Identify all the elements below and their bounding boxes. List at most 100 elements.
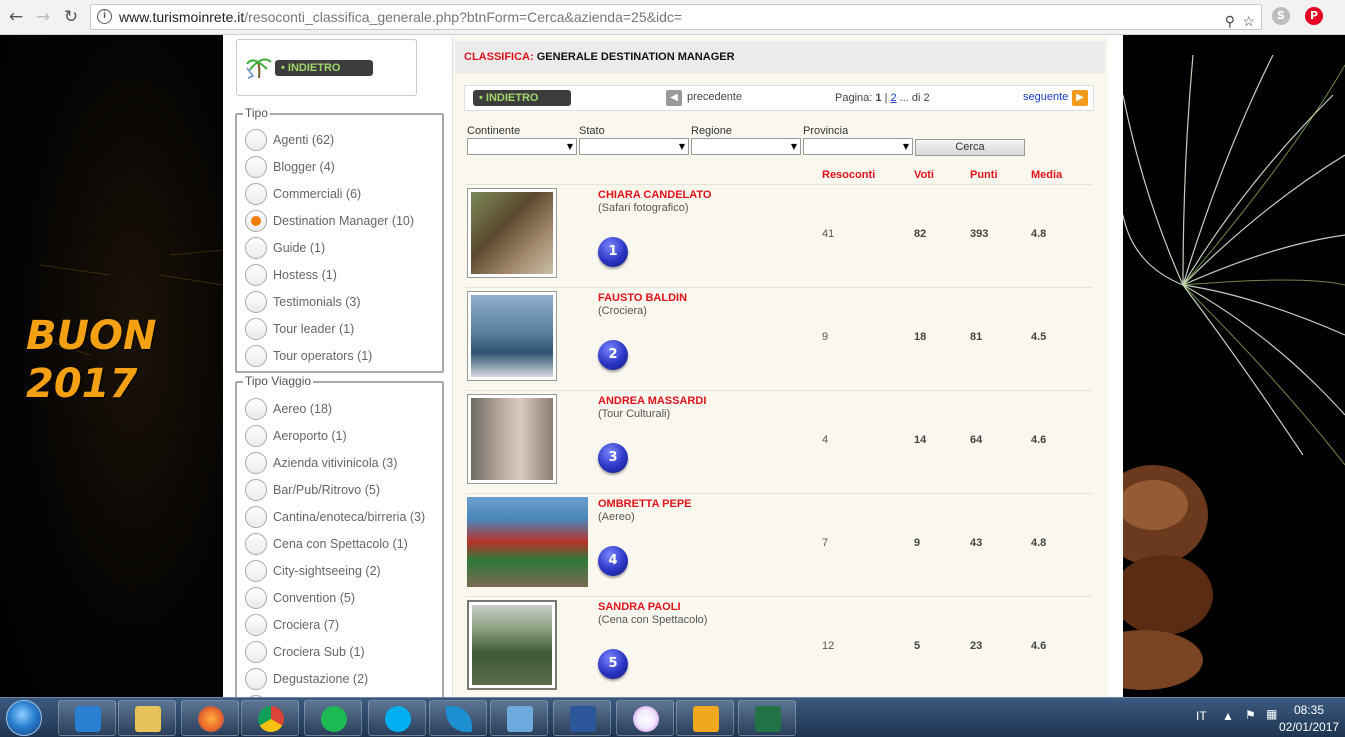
- radio-icon[interactable]: [245, 641, 267, 663]
- next-link[interactable]: seguente: [1023, 91, 1068, 103]
- person-name[interactable]: SANDRA PAOLI: [598, 601, 681, 613]
- tipo-viaggio-option[interactable]: Cena con Spettacolo (1): [245, 533, 440, 555]
- radio-icon[interactable]: [245, 452, 267, 474]
- bookmark-star-icon[interactable]: ☆: [1242, 9, 1255, 29]
- prev-link[interactable]: precedente: [687, 91, 742, 103]
- radio-icon[interactable]: [245, 425, 267, 447]
- clock-date[interactable]: 02/01/2017: [1279, 720, 1339, 734]
- photo-viewer-icon[interactable]: [490, 700, 548, 736]
- start-button-icon[interactable]: [6, 700, 42, 736]
- back-arrow-icon[interactable]: ←: [5, 6, 27, 28]
- tipo-viaggio-option[interactable]: Crociera (7): [245, 614, 440, 636]
- profile-photo[interactable]: [467, 291, 557, 381]
- tipo-viaggio-option[interactable]: Aereo (18): [245, 398, 440, 420]
- profile-photo[interactable]: [467, 394, 557, 484]
- word-icon[interactable]: [553, 700, 611, 736]
- provincia-select[interactable]: ▼: [803, 138, 913, 155]
- regione-select[interactable]: ▼: [691, 138, 801, 155]
- option-label: Cena con Spettacolo (1): [273, 537, 408, 551]
- tipo-option[interactable]: Destination Manager (10): [245, 210, 440, 232]
- radio-icon[interactable]: [245, 506, 267, 528]
- rank-badge: 1: [598, 237, 628, 267]
- radio-selected-icon[interactable]: [245, 210, 267, 232]
- pinterest-extension-icon[interactable]: P: [1305, 7, 1323, 25]
- radio-icon[interactable]: [245, 479, 267, 501]
- tipo-viaggio-option[interactable]: Degustazione (2): [245, 668, 440, 690]
- feather-icon[interactable]: [429, 700, 487, 736]
- profile-photo[interactable]: [467, 188, 557, 278]
- tipo-option[interactable]: Blogger (4): [245, 156, 440, 178]
- radio-icon[interactable]: [245, 533, 267, 555]
- back-button[interactable]: • INDIETRO: [473, 90, 571, 106]
- tipo-viaggio-option[interactable]: Convention (5): [245, 587, 440, 609]
- continente-select[interactable]: ▼: [467, 138, 577, 155]
- tipo-viaggio-option[interactable]: City-sightseeing (2): [245, 560, 440, 582]
- tipo-viaggio-option[interactable]: Aeroporto (1): [245, 425, 440, 447]
- tipo-option[interactable]: Hostess (1): [245, 264, 440, 286]
- excel-icon[interactable]: [738, 700, 796, 736]
- tipo-option[interactable]: Guide (1): [245, 237, 440, 259]
- voti-value: 5: [914, 640, 921, 652]
- radio-icon[interactable]: [245, 398, 267, 420]
- tipo-viaggio-option[interactable]: Cantina/enoteca/birreria (3): [245, 506, 440, 528]
- title-prefix: CLASSIFICA:: [464, 51, 534, 63]
- outlook-icon[interactable]: [676, 700, 734, 736]
- network-icon[interactable]: ▦: [1266, 707, 1277, 721]
- person-name[interactable]: OMBRETTA PEPE: [598, 498, 692, 510]
- regione-label: Regione: [691, 125, 732, 137]
- radio-icon[interactable]: [245, 129, 267, 151]
- radio-icon[interactable]: [245, 587, 267, 609]
- tipo-viaggio-legend: Tipo Viaggio: [243, 374, 314, 388]
- file-explorer-icon[interactable]: [118, 700, 176, 736]
- radio-icon[interactable]: [245, 237, 267, 259]
- itunes-icon[interactable]: [616, 700, 674, 736]
- dropdown-arrow-icon: ▼: [790, 142, 797, 151]
- stato-select[interactable]: ▼: [579, 138, 689, 155]
- person-name[interactable]: CHIARA CANDELATO: [598, 189, 711, 201]
- media-player-icon[interactable]: [58, 700, 116, 736]
- tipo-viaggio-option[interactable]: Crociera Sub (1): [245, 641, 440, 663]
- flag-icon[interactable]: ⚑: [1245, 708, 1256, 722]
- skype-icon[interactable]: [368, 700, 426, 736]
- prev-arrow-icon[interactable]: ◀: [666, 90, 682, 106]
- profile-photo[interactable]: [467, 600, 557, 690]
- info-icon[interactable]: i: [97, 9, 112, 24]
- person-name[interactable]: ANDREA MASSARDI: [598, 395, 706, 407]
- spotify-icon[interactable]: [304, 700, 362, 736]
- clock-time[interactable]: 08:35: [1294, 703, 1324, 717]
- radio-icon[interactable]: [245, 614, 267, 636]
- back-button[interactable]: • INDIETRO: [275, 60, 373, 76]
- key-icon[interactable]: ⚲: [1225, 9, 1235, 29]
- address-bar[interactable]: i www.turismoinrete.it/resoconti_classif…: [90, 4, 1262, 30]
- tipo-option[interactable]: Agenti (62): [245, 129, 440, 151]
- forward-arrow-icon[interactable]: →: [32, 6, 54, 28]
- radio-icon[interactable]: [245, 318, 267, 340]
- radio-icon[interactable]: [245, 264, 267, 286]
- tipo-option[interactable]: Tour leader (1): [245, 318, 440, 340]
- radio-icon[interactable]: [245, 183, 267, 205]
- voti-value: 18: [914, 331, 927, 343]
- next-arrow-icon[interactable]: ▶: [1072, 90, 1088, 106]
- search-button[interactable]: Cerca: [915, 139, 1025, 156]
- reload-icon[interactable]: ↻: [60, 6, 82, 28]
- tipo-viaggio-option[interactable]: Azienda vitivinicola (3): [245, 452, 440, 474]
- tipo-option[interactable]: Commerciali (6): [245, 183, 440, 205]
- option-label: Aereo (18): [273, 402, 333, 416]
- tipo-viaggio-option[interactable]: Bar/Pub/Ritrovo (5): [245, 479, 440, 501]
- radio-icon[interactable]: [245, 668, 267, 690]
- profile-photo[interactable]: [467, 497, 588, 587]
- tipo-option[interactable]: Tour operators (1): [245, 345, 440, 367]
- radio-icon[interactable]: [245, 156, 267, 178]
- page-2-link[interactable]: 2: [890, 92, 896, 104]
- skype-extension-icon[interactable]: S: [1272, 7, 1290, 25]
- radio-icon[interactable]: [245, 291, 267, 313]
- person-name[interactable]: FAUSTO BALDIN: [598, 292, 687, 304]
- language-indicator[interactable]: IT: [1196, 709, 1207, 723]
- option-label: Testimonials (3): [273, 295, 361, 309]
- tray-arrow-icon[interactable]: ▲: [1222, 709, 1234, 723]
- firefox-icon[interactable]: [181, 700, 239, 736]
- radio-icon[interactable]: [245, 345, 267, 367]
- radio-icon[interactable]: [245, 560, 267, 582]
- chrome-icon[interactable]: [241, 700, 299, 736]
- tipo-option[interactable]: Testimonials (3): [245, 291, 440, 313]
